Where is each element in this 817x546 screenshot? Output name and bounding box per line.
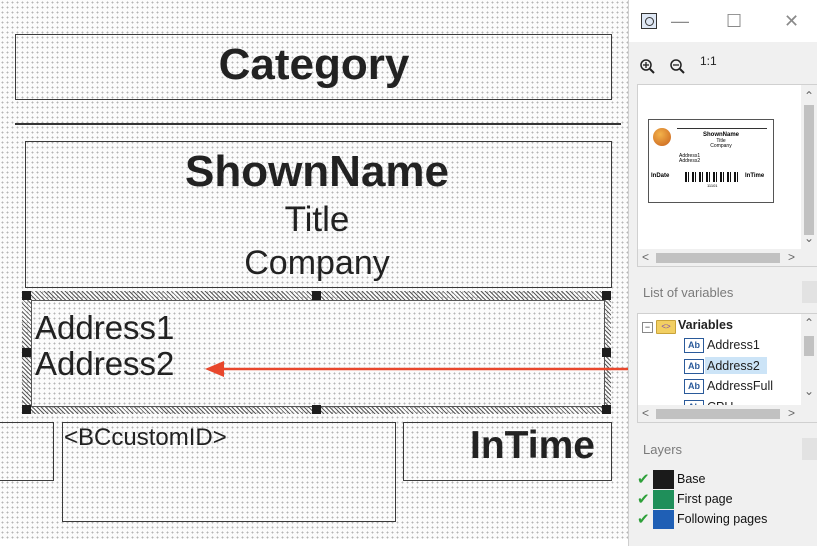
canvas-bottom-edge [0, 539, 628, 546]
layer-label: Following pages [677, 512, 768, 526]
layer-first-page[interactable]: ✔ First page [637, 490, 817, 510]
label-preview[interactable]: ShownName Title Company Address1 Address… [637, 84, 817, 267]
variables-hscroll-thumb[interactable] [656, 409, 780, 419]
folder-icon: <> [656, 320, 676, 334]
bc-custom-id-text: <BCcustomID> [64, 424, 227, 451]
separator-line[interactable] [15, 123, 621, 125]
left-partial-object[interactable] [0, 422, 54, 481]
right-panel: — ☐ ✕ 1:1 ShownName Title Company Addres… [628, 0, 817, 546]
preview-barcode-text: 11101 [707, 183, 718, 188]
check-icon[interactable]: ✔ [637, 510, 650, 528]
layers-header-button[interactable] [802, 438, 817, 460]
resize-handle-s[interactable] [312, 405, 321, 414]
variables-vscroll-thumb[interactable] [804, 336, 814, 356]
title-text: Title [284, 200, 350, 239]
zoom-out-icon[interactable] [669, 58, 687, 74]
layer-color-swatch [653, 490, 674, 509]
intime-text: InTime [470, 424, 595, 467]
app-icon [641, 13, 657, 29]
preview-hscroll[interactable]: < > [638, 249, 817, 266]
shown-name-text: ShownName [184, 147, 450, 196]
preview-company: Company [710, 143, 732, 149]
variables-title: List of variables [643, 285, 734, 300]
close-button[interactable]: ✕ [784, 12, 799, 30]
preview-barcode [685, 172, 741, 182]
preview-address2: Address2 [679, 158, 701, 164]
panel-titlebar: — ☐ ✕ [629, 0, 817, 42]
preview-logo-icon [653, 128, 671, 146]
preview-vscroll-thumb[interactable] [804, 105, 814, 235]
category-text: Category [218, 40, 410, 89]
preview-hscroll-thumb[interactable] [656, 253, 780, 263]
preview-indate: InDate [651, 173, 670, 179]
zoom-in-icon[interactable] [639, 58, 657, 74]
resize-handle-w[interactable] [22, 348, 31, 357]
layers-header: Layers [629, 435, 817, 465]
tree-item-addressfull[interactable]: AddressFull [707, 379, 773, 393]
layer-label: Base [677, 472, 706, 486]
variables-hscroll[interactable]: < > [638, 405, 817, 422]
check-icon[interactable]: ✔ [637, 490, 650, 508]
design-canvas[interactable]: Category ShownName Title Company Address… [0, 0, 628, 546]
maximize-button[interactable]: ☐ [726, 12, 742, 30]
company-text: Company [244, 244, 390, 282]
layer-following-pages[interactable]: ✔ Following pages [637, 510, 817, 530]
variables-tree[interactable]: − <> Variables Ab Address1 Ab Address2 A… [637, 313, 817, 423]
address2-text: Address2 [35, 345, 175, 382]
preview-toolbar: 1:1 [629, 42, 817, 82]
tree-item-address1[interactable]: Address1 [707, 338, 760, 352]
layer-color-swatch [653, 510, 674, 529]
layer-color-swatch [653, 470, 674, 489]
preview-vscroll[interactable]: ⌃ ⌄ [801, 85, 817, 266]
variables-header: List of variables [629, 278, 817, 308]
resize-handle-e[interactable] [602, 348, 611, 357]
preview-intime: InTime [745, 173, 765, 179]
ab-icon: Ab [684, 359, 704, 374]
tree-root-label[interactable]: Variables [678, 318, 733, 332]
layer-base[interactable]: ✔ Base [637, 470, 817, 490]
ab-icon: Ab [684, 379, 704, 394]
variables-vscroll[interactable]: ⌃ ⌄ [801, 314, 817, 406]
layers-title: Layers [643, 442, 683, 457]
check-icon[interactable]: ✔ [637, 470, 650, 488]
minimize-button[interactable]: — [671, 12, 689, 30]
resize-handle-se[interactable] [602, 405, 611, 414]
variables-header-button[interactable] [802, 281, 817, 303]
mini-label: ShownName Title Company Address1 Address… [648, 119, 774, 203]
resize-handle-n[interactable] [312, 291, 321, 300]
tree-expander[interactable]: − [642, 322, 653, 333]
resize-handle-ne[interactable] [602, 291, 611, 300]
zoom-1-1-button[interactable]: 1:1 [700, 54, 717, 68]
ab-icon: Ab [684, 338, 704, 353]
address1-text: Address1 [35, 309, 175, 346]
layer-label: First page [677, 492, 733, 506]
resize-handle-sw[interactable] [22, 405, 31, 414]
resize-handle-nw[interactable] [22, 291, 31, 300]
tree-item-address2[interactable]: Address2 [707, 359, 760, 373]
